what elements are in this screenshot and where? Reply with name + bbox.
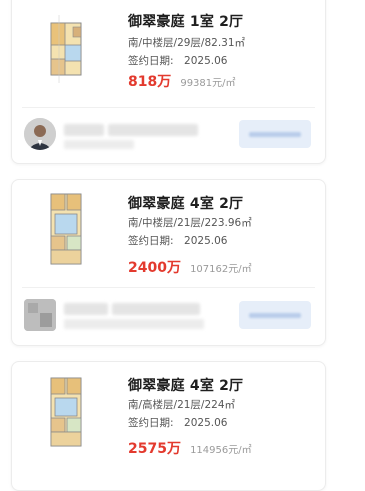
floor-plan-image [50,193,82,265]
listing-details: 南/高楼层/21层/224㎡ [128,399,236,411]
floor-plan-image [50,15,82,83]
floor-plan-image [50,377,82,447]
floor-plan-thumbnail[interactable] [37,184,95,274]
agent-sub-blurred [64,140,134,149]
listing-card[interactable]: 御翠豪庭 4室 2厅 南/高楼层/21层/224㎡ 签约日期: 2025.06 … [11,361,326,491]
signed-date: 签约日期: 2025.06 [128,55,228,67]
agent-avatar[interactable] [24,118,56,150]
unit-price: 114956元/㎡ [190,445,252,456]
price-row: 818万 99381元/㎡ [128,71,236,91]
contact-agent-button[interactable] [239,301,311,329]
agent-name-blurred [64,124,104,136]
agent-row[interactable] [24,299,313,333]
agent-info-blurred [112,303,200,315]
price-row: 2400万 107162元/㎡ [128,257,252,277]
listing-card[interactable]: 御翠豪庭 4室 2厅 南/中楼层/21层/223.96㎡ 签约日期: 2025.… [11,179,326,346]
floor-plan-thumbnail[interactable] [37,3,95,93]
card-divider [22,107,315,108]
agent-name-blurred [64,303,108,315]
listing-title[interactable]: 御翠豪庭 1室 2厅 [128,11,243,31]
listing-title[interactable]: 御翠豪庭 4室 2厅 [128,193,243,213]
signed-date: 签约日期: 2025.06 [128,417,228,429]
listing-title[interactable]: 御翠豪庭 4室 2厅 [128,375,243,395]
signed-date: 签约日期: 2025.06 [128,235,228,247]
total-price: 2575万 [128,441,181,457]
agent-info-blurred [108,124,198,136]
agent-avatar[interactable] [24,299,56,331]
listing-card[interactable]: 御翠豪庭 1室 2厅 南/中楼层/29层/82.31㎡ 签约日期: 2025.0… [11,0,326,164]
listing-details: 南/中楼层/29层/82.31㎡ [128,37,246,49]
total-price: 2400万 [128,260,181,276]
listing-details: 南/中楼层/21层/223.96㎡ [128,217,252,229]
unit-price: 99381元/㎡ [180,78,236,89]
floor-plan-thumbnail[interactable] [37,368,95,458]
agent-row[interactable] [24,118,313,152]
price-row: 2575万 114956元/㎡ [128,438,252,458]
agent-sub-blurred [64,319,204,329]
total-price: 818万 [128,74,172,90]
contact-agent-button[interactable] [239,120,311,148]
card-divider [22,287,315,288]
unit-price: 107162元/㎡ [190,264,252,275]
